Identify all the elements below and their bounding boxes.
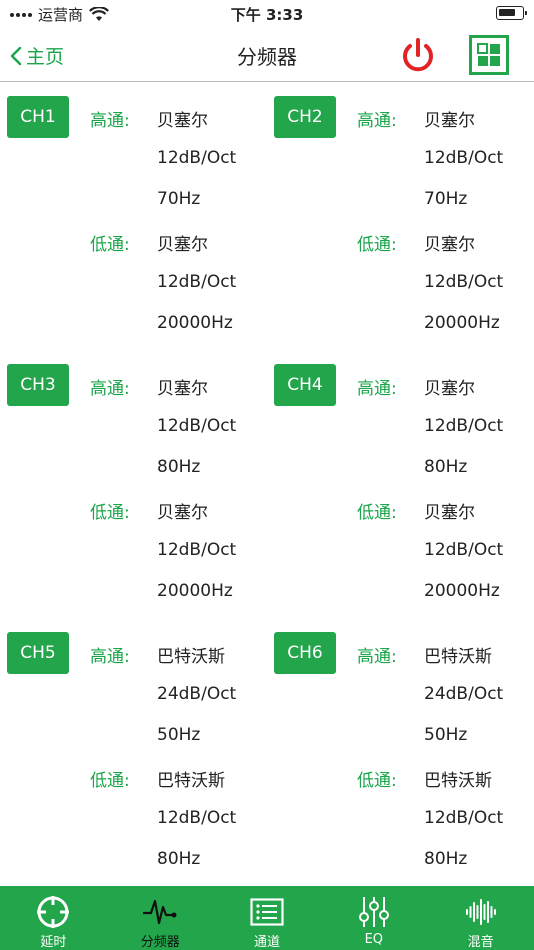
waveform-pulse-icon <box>140 892 180 931</box>
page-title: 分频器 <box>237 45 297 69</box>
lowpass-type[interactable]: 贝塞尔 <box>424 498 475 523</box>
battery-level <box>499 9 515 16</box>
grid-icon <box>469 35 509 75</box>
sliders-icon <box>354 892 394 932</box>
lowpass-slope[interactable]: 12dB/Oct <box>424 272 503 292</box>
highpass-slope[interactable]: 12dB/Oct <box>157 148 236 168</box>
lowpass-slope[interactable]: 12dB/Oct <box>424 540 503 560</box>
tab-label: 通道 <box>253 935 280 950</box>
channel-button-ch1[interactable]: CH1 <box>7 96 69 138</box>
highpass-slope[interactable]: 12dB/Oct <box>157 416 236 436</box>
tab-bar: 延时 分频器 通道 EQ 混音 <box>0 886 534 950</box>
lowpass-label: 低通: <box>357 503 397 523</box>
tab-delay[interactable]: 延时 <box>0 886 107 950</box>
channel-block-ch5: CH5 高通: 巴特沃斯 24dB/Oct 50Hz 低通: 巴特沃斯 12dB… <box>0 618 267 886</box>
channel-block-ch3: CH3 高通: 贝塞尔 12dB/Oct 80Hz 低通: 贝塞尔 12dB/O… <box>0 350 267 618</box>
lowpass-label: 低通: <box>357 235 397 255</box>
highpass-slope[interactable]: 12dB/Oct <box>424 416 503 436</box>
highpass-type[interactable]: 贝塞尔 <box>424 374 475 399</box>
tab-crossover[interactable]: 分频器 <box>107 886 214 950</box>
highpass-label: 高通: <box>90 647 130 667</box>
highpass-slope[interactable]: 24dB/Oct <box>157 684 236 704</box>
channel-block-ch6: CH6 高通: 巴特沃斯 24dB/Oct 50Hz 低通: 巴特沃斯 12dB… <box>267 618 534 886</box>
lowpass-freq[interactable]: 20000Hz <box>157 581 233 601</box>
highpass-label: 高通: <box>357 379 397 399</box>
lowpass-label: 低通: <box>90 235 130 255</box>
tab-label: 分频器 <box>140 935 180 950</box>
highpass-label: 高通: <box>90 111 130 131</box>
channel-button-ch3[interactable]: CH3 <box>7 364 69 406</box>
highpass-type[interactable]: 贝塞尔 <box>157 374 208 399</box>
highpass-label: 高通: <box>357 111 397 131</box>
channel-button-ch5[interactable]: CH5 <box>7 632 69 674</box>
lowpass-freq[interactable]: 20000Hz <box>157 313 233 333</box>
tab-label: EQ <box>364 932 384 947</box>
highpass-freq[interactable]: 70Hz <box>424 189 467 209</box>
lowpass-freq[interactable]: 80Hz <box>424 849 467 869</box>
lowpass-label: 低通: <box>357 771 397 791</box>
lowpass-slope[interactable]: 12dB/Oct <box>157 808 236 828</box>
lowpass-slope[interactable]: 12dB/Oct <box>157 540 236 560</box>
highpass-slope[interactable]: 12dB/Oct <box>424 148 503 168</box>
highpass-freq[interactable]: 80Hz <box>424 457 467 477</box>
channel-button-ch2[interactable]: CH2 <box>274 96 336 138</box>
nav-bar: 主页 分频器 <box>0 28 534 82</box>
channel-block-ch2: CH2 高通: 贝塞尔 12dB/Oct 70Hz 低通: 贝塞尔 12dB/O… <box>267 82 534 350</box>
tab-eq[interactable]: EQ <box>320 886 427 950</box>
power-icon <box>403 38 433 72</box>
battery-icon <box>496 6 527 20</box>
lowpass-freq[interactable]: 20000Hz <box>424 581 500 601</box>
status-bar: 运营商 下午 3:33 <box>0 0 534 28</box>
back-button[interactable]: 主页 <box>10 42 64 69</box>
lowpass-label: 低通: <box>90 771 130 791</box>
lowpass-slope[interactable]: 12dB/Oct <box>157 272 236 292</box>
highpass-slope[interactable]: 24dB/Oct <box>424 684 503 704</box>
channel-list-icon <box>247 892 287 931</box>
highpass-freq[interactable]: 50Hz <box>157 725 200 745</box>
lowpass-label: 低通: <box>90 503 130 523</box>
channel-grid: CH1 高通: 贝塞尔 12dB/Oct 70Hz 低通: 贝塞尔 12dB/O… <box>0 82 534 886</box>
highpass-type[interactable]: 巴特沃斯 <box>157 642 225 667</box>
audio-wave-icon <box>461 892 501 931</box>
lowpass-type[interactable]: 贝塞尔 <box>157 230 208 255</box>
chevron-left-icon <box>10 46 22 65</box>
highpass-label: 高通: <box>90 379 130 399</box>
lowpass-freq[interactable]: 80Hz <box>157 849 200 869</box>
power-button[interactable] <box>398 36 438 76</box>
tab-label: 混音 <box>467 935 494 950</box>
lowpass-type[interactable]: 贝塞尔 <box>424 230 475 255</box>
highpass-type[interactable]: 巴特沃斯 <box>424 642 492 667</box>
highpass-type[interactable]: 贝塞尔 <box>157 106 208 131</box>
highpass-type[interactable]: 贝塞尔 <box>424 106 475 131</box>
channel-block-ch4: CH4 高通: 贝塞尔 12dB/Oct 80Hz 低通: 贝塞尔 12dB/O… <box>267 350 534 618</box>
highpass-freq[interactable]: 70Hz <box>157 189 200 209</box>
status-time: 下午 3:33 <box>230 6 304 24</box>
highpass-freq[interactable]: 50Hz <box>424 725 467 745</box>
tab-label: 延时 <box>40 935 67 950</box>
crosshair-icon <box>33 892 73 931</box>
tab-channel[interactable]: 通道 <box>214 886 321 950</box>
lowpass-type[interactable]: 巴特沃斯 <box>157 766 225 791</box>
grid-button[interactable] <box>469 35 509 75</box>
highpass-label: 高通: <box>357 647 397 667</box>
lowpass-freq[interactable]: 20000Hz <box>424 313 500 333</box>
back-label: 主页 <box>26 46 65 68</box>
lowpass-type[interactable]: 贝塞尔 <box>157 498 208 523</box>
channel-button-ch6[interactable]: CH6 <box>274 632 336 674</box>
lowpass-type[interactable]: 巴特沃斯 <box>424 766 492 791</box>
channel-block-ch1: CH1 高通: 贝塞尔 12dB/Oct 70Hz 低通: 贝塞尔 12dB/O… <box>0 82 267 350</box>
tab-mix[interactable]: 混音 <box>427 886 534 950</box>
highpass-freq[interactable]: 80Hz <box>157 457 200 477</box>
channel-button-ch4[interactable]: CH4 <box>274 364 336 406</box>
lowpass-slope[interactable]: 12dB/Oct <box>424 808 503 828</box>
